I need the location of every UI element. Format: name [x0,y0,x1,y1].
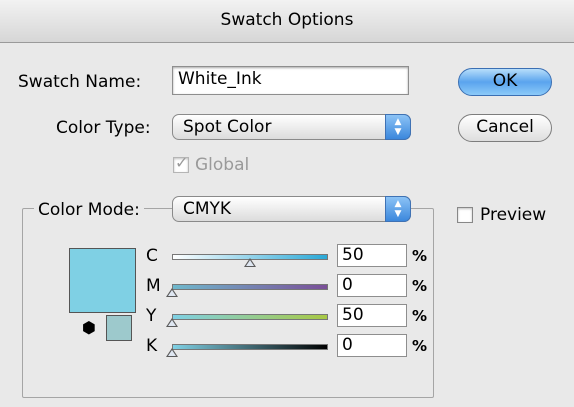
percent-unit: % [412,277,428,295]
ok-button[interactable]: OK [458,68,552,96]
color-preview-swatch [69,248,136,313]
global-label: Global [195,155,250,175]
color-mode-select[interactable]: CMYK ▲ ▼ [172,196,411,222]
preview-checkbox[interactable] [457,207,473,223]
color-type-value: Spot Color [183,117,272,137]
out-of-gamut-cube-icon[interactable]: ⬢ [82,318,96,337]
color-mode-value: CMYK [183,199,232,219]
swatch-name-input[interactable]: White_Ink [172,66,409,95]
slider-label-y: Y [146,306,157,326]
slider-track-k[interactable] [172,344,328,350]
swatch-options-dialog: Swatch Options Swatch Name: White_Ink Co… [0,0,574,407]
swatch-name-label: Swatch Name: [18,72,142,92]
percent-unit: % [412,307,428,325]
value-input-k[interactable]: 0 [337,334,407,357]
percent-unit: % [412,247,428,265]
slider-track-m[interactable] [172,284,328,290]
preview-label: Preview [480,205,547,225]
value-input-m[interactable]: 0 [337,274,407,297]
checkmark-icon: ✓ [175,153,189,172]
global-checkbox[interactable]: ✓ [173,153,189,173]
slider-track-y[interactable] [172,314,328,320]
slider-label-k: K [146,336,158,356]
slider-thumb-m[interactable] [166,288,178,297]
color-mode-label: Color Mode: [34,200,144,220]
color-type-label: Color Type: [56,118,151,138]
slider-label-c: C [146,246,158,266]
window-title: Swatch Options [220,10,354,30]
slider-label-m: M [146,276,161,296]
value-input-y[interactable]: 50 [337,304,407,327]
popup-arrows-icon: ▲ ▼ [385,196,411,222]
cancel-button[interactable]: Cancel [458,114,552,142]
popup-arrows-icon: ▲ ▼ [385,114,411,140]
percent-unit: % [412,337,428,355]
title-bar[interactable]: Swatch Options [0,0,574,43]
slider-thumb-k[interactable] [166,348,178,357]
slider-thumb-y[interactable] [166,318,178,327]
color-type-select[interactable]: Spot Color ▲ ▼ [172,114,411,140]
slider-thumb-c[interactable] [244,258,256,267]
value-input-c[interactable]: 50 [337,244,407,267]
gamut-color-swatch[interactable] [106,315,132,341]
